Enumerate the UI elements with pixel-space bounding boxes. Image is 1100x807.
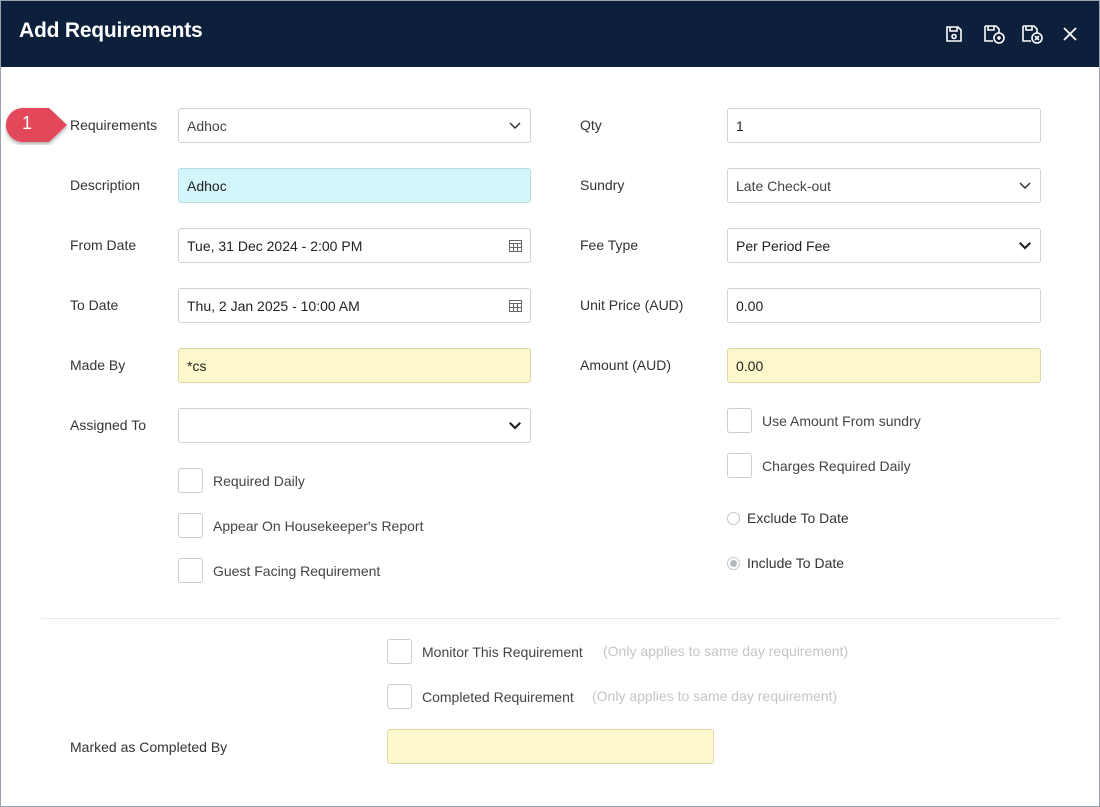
unit-price-field[interactable]: 0.00 xyxy=(727,288,1041,323)
save-icon[interactable] xyxy=(941,21,967,47)
made-by-field[interactable]: *cs xyxy=(178,348,531,383)
save-and-copy-icon[interactable] xyxy=(981,21,1007,47)
section-divider xyxy=(41,618,1061,619)
include-to-date-label: Include To Date xyxy=(747,555,845,571)
unit-price-value: 0.00 xyxy=(736,297,764,314)
title-bar: Add Requirements xyxy=(1,1,1099,67)
step-badge: 1 xyxy=(5,105,71,145)
completed-requirement-hint: (Only applies to same day requirement) xyxy=(592,688,838,704)
to-date-value: Thu, 2 Jan 2025 - 10:00 AM xyxy=(187,297,360,314)
required-daily-checkbox[interactable] xyxy=(178,468,203,493)
exclude-to-date-radio[interactable] xyxy=(727,512,740,525)
include-to-date-radio[interactable] xyxy=(727,557,740,570)
description-field[interactable]: Adhoc xyxy=(178,168,531,203)
housekeeper-report-checkbox[interactable] xyxy=(178,513,203,538)
chevron-down-icon xyxy=(1018,179,1032,193)
made-by-label: Made By xyxy=(70,357,126,373)
add-requirements-dialog: Add Requirements 1 Requirements Adhoc De… xyxy=(0,0,1100,807)
calendar-icon[interactable] xyxy=(508,299,522,313)
to-date-label: To Date xyxy=(70,297,119,313)
assigned-to-select[interactable] xyxy=(178,408,531,443)
sundry-select[interactable]: Late Check-out xyxy=(727,168,1041,203)
qty-label: Qty xyxy=(580,117,602,133)
monitor-requirement-label: Monitor This Requirement xyxy=(422,644,583,660)
from-date-value: Tue, 31 Dec 2024 - 2:00 PM xyxy=(187,237,363,254)
sundry-value: Late Check-out xyxy=(736,177,831,194)
completed-requirement-checkbox[interactable] xyxy=(387,684,412,709)
step-number: 1 xyxy=(22,113,33,133)
exclude-to-date-label: Exclude To Date xyxy=(747,510,849,526)
from-date-label: From Date xyxy=(70,237,137,253)
amount-value: 0.00 xyxy=(736,357,764,374)
chevron-down-icon xyxy=(1018,239,1032,253)
marked-completed-by-field[interactable] xyxy=(387,729,714,764)
description-label: Description xyxy=(70,177,141,193)
charges-required-daily-checkbox[interactable] xyxy=(727,453,752,478)
dialog-title: Add Requirements xyxy=(19,19,203,42)
requirements-select[interactable]: Adhoc xyxy=(178,108,531,143)
housekeeper-report-label: Appear On Housekeeper's Report xyxy=(213,518,424,534)
sundry-label: Sundry xyxy=(580,177,625,193)
fee-type-select[interactable]: Per Period Fee xyxy=(727,228,1041,263)
fee-type-label: Fee Type xyxy=(580,237,639,253)
use-amount-from-sundry-label: Use Amount From sundry xyxy=(762,413,921,429)
chevron-down-icon xyxy=(508,119,522,133)
marked-completed-by-label: Marked as Completed By xyxy=(70,739,228,755)
charges-required-daily-label: Charges Required Daily xyxy=(762,458,911,474)
to-date-field[interactable]: Thu, 2 Jan 2025 - 10:00 AM xyxy=(178,288,531,323)
calendar-icon[interactable] xyxy=(508,239,522,253)
description-value: Adhoc xyxy=(187,177,227,194)
amount-label: Amount (AUD) xyxy=(580,357,672,373)
monitor-requirement-checkbox[interactable] xyxy=(387,639,412,664)
assigned-to-label: Assigned To xyxy=(70,417,147,433)
save-and-close-icon[interactable] xyxy=(1019,21,1045,47)
qty-field[interactable]: 1 xyxy=(727,108,1041,143)
guest-facing-checkbox[interactable] xyxy=(178,558,203,583)
amount-field[interactable]: 0.00 xyxy=(727,348,1041,383)
completed-requirement-label: Completed Requirement xyxy=(422,689,574,705)
chevron-down-icon xyxy=(508,419,522,433)
qty-value: 1 xyxy=(736,117,744,134)
fee-type-value: Per Period Fee xyxy=(736,237,831,254)
monitor-requirement-hint: (Only applies to same day requirement) xyxy=(603,643,849,659)
guest-facing-label: Guest Facing Requirement xyxy=(213,563,381,579)
made-by-value: *cs xyxy=(187,357,207,374)
requirements-label: Requirements xyxy=(70,117,158,133)
requirements-value: Adhoc xyxy=(187,117,227,134)
required-daily-label: Required Daily xyxy=(213,473,305,489)
close-icon[interactable] xyxy=(1057,21,1083,47)
unit-price-label: Unit Price (AUD) xyxy=(580,297,684,313)
use-amount-from-sundry-checkbox[interactable] xyxy=(727,408,752,433)
from-date-field[interactable]: Tue, 31 Dec 2024 - 2:00 PM xyxy=(178,228,531,263)
